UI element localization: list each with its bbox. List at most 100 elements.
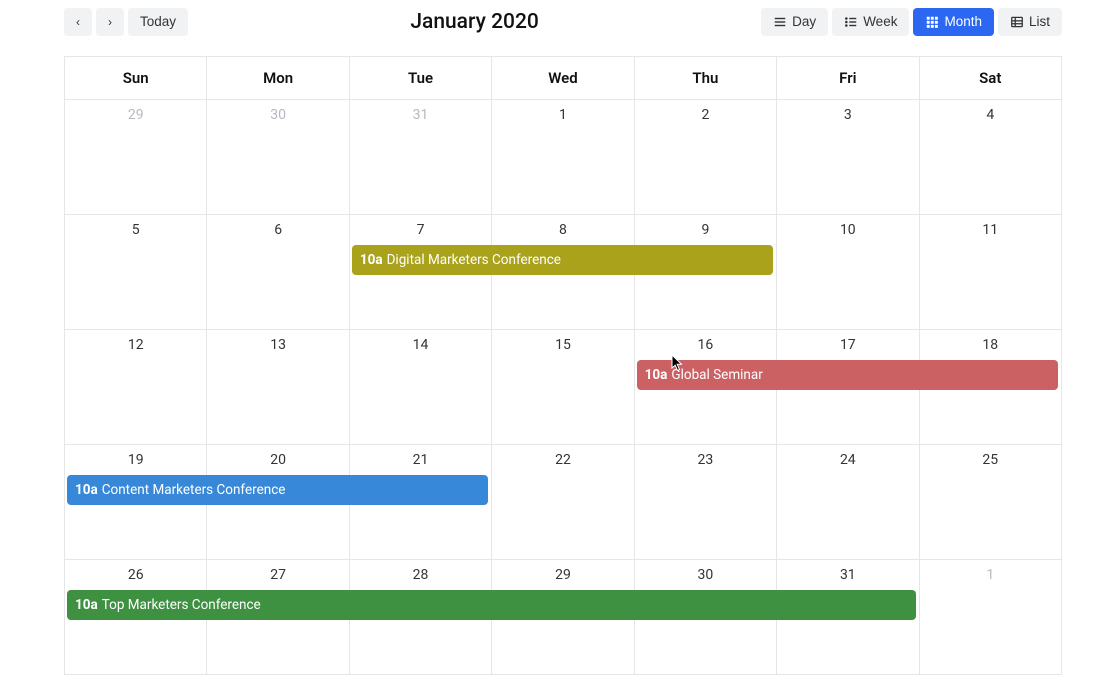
event-title: Global Seminar — [671, 367, 762, 383]
day-number: 1 — [492, 100, 633, 123]
event-time: 10a — [75, 597, 98, 613]
calendar-day-cell[interactable]: 21 — [349, 445, 491, 560]
view-week-label: Week — [863, 15, 897, 29]
calendar-day-cell[interactable]: 28 — [349, 560, 491, 675]
today-label: Today — [140, 15, 176, 29]
calendar-day-cell[interactable]: 5 — [65, 215, 207, 330]
table-icon — [1010, 15, 1024, 29]
list-icon — [844, 15, 858, 29]
calendar-day-cell[interactable]: 20 — [207, 445, 349, 560]
day-number: 20 — [207, 445, 348, 468]
calendar-day-cell[interactable]: 16 10aGlobal Seminar — [634, 330, 776, 445]
calendar-week-row: 2610aTop Marketers Conference27282930311 — [65, 560, 1062, 675]
day-number: 14 — [350, 330, 491, 353]
day-number: 17 — [777, 330, 918, 353]
calendar-day-cell[interactable]: 1 — [919, 560, 1061, 675]
view-list-button[interactable]: List — [998, 8, 1062, 36]
calendar-day-cell[interactable]: 11 — [919, 215, 1061, 330]
next-button[interactable]: › — [96, 8, 124, 36]
day-number: 27 — [207, 560, 348, 583]
view-day-button[interactable]: Day — [761, 8, 828, 36]
calendar-day-cell[interactable]: 8 — [492, 215, 634, 330]
day-header: Sun — [65, 57, 207, 100]
day-header: Fri — [777, 57, 919, 100]
calendar-day-cell[interactable]: 12 — [65, 330, 207, 445]
day-number: 5 — [65, 215, 206, 238]
day-number: 2 — [635, 100, 776, 123]
calendar-day-cell[interactable]: 30 — [634, 560, 776, 675]
day-number: 1 — [920, 560, 1061, 583]
day-number: 11 — [920, 215, 1061, 238]
day-number: 30 — [207, 100, 348, 123]
day-header: Thu — [634, 57, 776, 100]
day-header: Tue — [349, 57, 491, 100]
event-time: 10a — [75, 482, 98, 498]
calendar-day-cell[interactable]: 18 — [919, 330, 1061, 445]
day-number: 19 — [65, 445, 206, 468]
day-number: 18 — [920, 330, 1061, 353]
day-number: 25 — [920, 445, 1061, 468]
event-time: 10a — [645, 367, 668, 383]
calendar-day-cell[interactable]: 2 — [634, 100, 776, 215]
calendar-title: January 2020 — [188, 10, 761, 34]
day-number: 21 — [350, 445, 491, 468]
view-week-button[interactable]: Week — [832, 8, 909, 36]
grid-icon — [925, 15, 939, 29]
day-number: 15 — [492, 330, 633, 353]
calendar-day-cell[interactable]: 27 — [207, 560, 349, 675]
day-number: 29 — [65, 100, 206, 123]
calendar-day-cell[interactable]: 30 — [207, 100, 349, 215]
day-header: Sat — [919, 57, 1061, 100]
view-day-label: Day — [792, 15, 816, 29]
day-number: 23 — [635, 445, 776, 468]
calendar-week-row: 56710aDigital Marketers Conference891011 — [65, 215, 1062, 330]
day-number: 26 — [65, 560, 206, 583]
day-number: 22 — [492, 445, 633, 468]
day-number: 31 — [350, 100, 491, 123]
calendar-day-cell[interactable]: 15 — [492, 330, 634, 445]
event-time: 10a — [360, 252, 383, 268]
chevron-right-icon: › — [108, 16, 112, 28]
day-number: 6 — [207, 215, 348, 238]
calendar-day-cell[interactable]: 24 — [777, 445, 919, 560]
calendar-day-cell[interactable]: 23 — [634, 445, 776, 560]
day-number: 31 — [777, 560, 918, 583]
view-month-button[interactable]: Month — [913, 8, 994, 36]
day-number: 10 — [777, 215, 918, 238]
day-number: 7 — [350, 215, 491, 238]
calendar-day-cell[interactable]: 710aDigital Marketers Conference — [349, 215, 491, 330]
calendar-day-cell[interactable]: 25 — [919, 445, 1061, 560]
day-number: 8 — [492, 215, 633, 238]
calendar-day-cell[interactable]: 3 — [777, 100, 919, 215]
day-number: 12 — [65, 330, 206, 353]
calendar-day-cell[interactable]: 9 — [634, 215, 776, 330]
calendar-day-cell[interactable]: 4 — [919, 100, 1061, 215]
calendar-grid: SunMonTueWedThuFriSat 293031123456710aDi… — [64, 56, 1062, 675]
calendar-week-row: 1213141516 10aGlobal Seminar 1718 — [65, 330, 1062, 445]
prev-button[interactable]: ‹ — [64, 8, 92, 36]
menu-icon — [773, 15, 787, 29]
day-number: 28 — [350, 560, 491, 583]
day-header: Mon — [207, 57, 349, 100]
day-number: 16 — [635, 330, 776, 353]
calendar-day-cell[interactable]: 10 — [777, 215, 919, 330]
calendar-day-cell[interactable]: 6 — [207, 215, 349, 330]
calendar-day-cell[interactable]: 31 — [777, 560, 919, 675]
calendar-day-cell[interactable]: 1 — [492, 100, 634, 215]
calendar-day-cell[interactable]: 14 — [349, 330, 491, 445]
calendar-week-row: 2930311234 — [65, 100, 1062, 215]
calendar-day-cell[interactable]: 1910aContent Marketers Conference — [65, 445, 207, 560]
calendar-week-row: 1910aContent Marketers Conference2021222… — [65, 445, 1062, 560]
calendar-day-cell[interactable]: 17 — [777, 330, 919, 445]
calendar-day-cell[interactable]: 29 — [65, 100, 207, 215]
day-number: 30 — [635, 560, 776, 583]
calendar-day-cell[interactable]: 22 — [492, 445, 634, 560]
calendar-day-cell[interactable]: 13 — [207, 330, 349, 445]
today-button[interactable]: Today — [128, 8, 188, 36]
view-list-label: List — [1029, 15, 1050, 29]
calendar-day-cell[interactable]: 31 — [349, 100, 491, 215]
calendar-toolbar: ‹ › Today January 2020 Day Week Month — [64, 8, 1062, 36]
chevron-left-icon: ‹ — [76, 16, 80, 28]
calendar-day-cell[interactable]: 29 — [492, 560, 634, 675]
calendar-day-cell[interactable]: 2610aTop Marketers Conference — [65, 560, 207, 675]
